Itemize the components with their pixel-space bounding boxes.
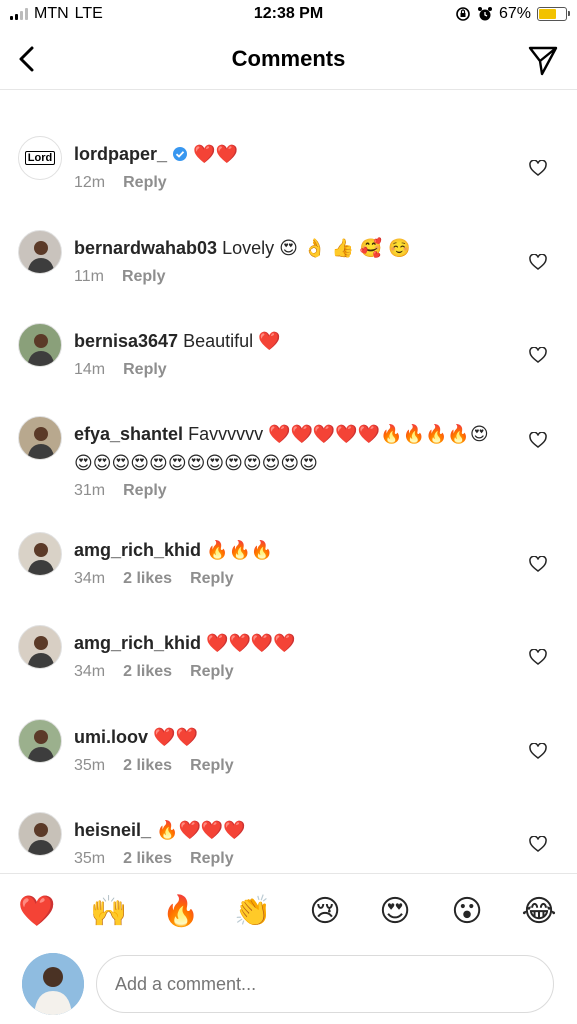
reply-button[interactable]: Reply [123,174,167,192]
like-heart-icon[interactable] [529,556,547,572]
avatar[interactable] [18,719,62,763]
crying-emoji-icon[interactable]: 😢 [306,894,344,930]
avatar[interactable] [18,230,62,274]
comment-time: 14m [74,361,106,378]
reply-button[interactable]: Reply [190,663,234,681]
comment-likes[interactable]: 2 likes [123,663,172,681]
raised-hands-emoji-icon[interactable]: 🙌 [90,894,128,930]
like-heart-icon[interactable] [529,432,547,448]
comment-emoji: ❤️❤️ [153,727,198,748]
comment-emoji: ❤️ [258,331,281,352]
heart-eyes-emoji-icon[interactable]: 😍 [376,894,414,930]
orientation-lock-icon [456,7,470,21]
comment-text: umi.loov ❤️❤️ [74,723,494,752]
verified-badge-icon [173,147,188,161]
comment-username[interactable]: amg_rich_khid [74,540,201,560]
reply-button[interactable]: Reply [123,482,167,500]
comment-meta: 11m Reply [74,268,166,286]
status-right: 67% [455,5,570,23]
comment-emoji: 🔥❤️❤️❤️ [156,820,246,841]
comment-time: 31m [74,482,106,499]
comment-meta: 31m Reply [74,482,167,500]
comment-time: 34m [74,570,106,587]
surprised-emoji-icon[interactable]: 😮 [448,894,486,930]
reply-button[interactable]: Reply [122,268,166,286]
comment-likes[interactable]: 2 likes [123,757,172,775]
paper-plane-icon[interactable] [527,44,559,76]
comment-emoji: ❤️❤️ [193,144,238,165]
comment-meta: 34m 2 likes Reply [74,663,234,681]
like-heart-icon[interactable] [529,743,547,759]
comment-username[interactable]: bernardwahab03 [74,238,217,258]
reply-button[interactable]: Reply [123,361,167,379]
avatar[interactable]: Lord [18,136,62,180]
comment-body: Beautiful [183,331,254,351]
comment-username[interactable]: amg_rich_khid [74,633,201,653]
status-bar: MTN LTE 12:38 PM 67% [0,0,577,32]
page-title: Comments [231,46,346,71]
battery-percent: 67% [498,5,531,22]
like-heart-icon[interactable] [529,836,547,852]
comment-meta: 12m Reply [74,174,167,192]
comment-text: bernardwahab03 Lovely 😍 👌 👍 🥰 ☺️ [74,234,494,263]
comment-meta: 35m 2 likes Reply [74,850,234,868]
comment-username[interactable]: heisneil_ [74,820,151,840]
like-heart-icon[interactable] [529,347,547,363]
like-heart-icon[interactable] [529,649,547,665]
like-heart-icon[interactable] [529,254,547,270]
comment-meta: 34m 2 likes Reply [74,570,234,588]
comment-time: 12m [74,174,106,191]
emoji-reaction-bar: ❤️ 🙌 🔥 👏 😢 😍 😮 😂 [0,873,577,947]
clap-emoji-icon[interactable]: 👏 [234,894,272,930]
like-heart-icon[interactable] [529,160,547,176]
comment-text: amg_rich_khid ❤️❤️❤️❤️ [74,629,494,658]
avatar[interactable] [18,532,62,576]
comment-username[interactable]: bernisa3647 [74,331,178,351]
comment-text: lordpaper_ ❤️❤️ [74,140,494,169]
avatar-logo-text: Lord [24,151,56,165]
comment-input[interactable] [96,955,554,1013]
avatar[interactable] [18,416,62,460]
battery-icon [537,7,570,21]
comment-time: 34m [74,663,106,680]
fire-emoji-icon[interactable]: 🔥 [162,894,200,930]
comment-body: Favvvvvv [188,424,264,444]
comment-text: bernisa3647 Beautiful ❤️ [74,327,494,356]
comment-time: 35m [74,850,106,867]
alarm-icon [477,7,492,21]
reply-button[interactable]: Reply [190,570,234,588]
avatar [22,953,84,1015]
comment-meta: 35m 2 likes Reply [74,757,234,775]
reply-button[interactable]: Reply [190,757,234,775]
comment-body: Lovely [222,238,275,258]
laughing-emoji-icon[interactable]: 😂 [520,894,558,930]
comment-likes[interactable]: 2 likes [123,570,172,588]
comment-emoji: 🔥🔥🔥 [206,540,274,561]
comment-text: amg_rich_khid 🔥🔥🔥 [74,536,494,565]
avatar[interactable] [18,323,62,367]
avatar[interactable] [18,625,62,669]
comment-time: 11m [74,268,104,285]
comment-username[interactable]: lordpaper_ [74,144,167,164]
comment-emoji: 😍 👌 👍 🥰 ☺️ [279,238,411,259]
reply-button[interactable]: Reply [190,850,234,868]
comment-likes[interactable]: 2 likes [123,850,172,868]
battery-fill [539,9,557,19]
comment-time: 35m [74,757,106,774]
comment-text: heisneil_ 🔥❤️❤️❤️ [74,816,494,845]
header: Comments [0,32,577,90]
comment-username[interactable]: efya_shantel [74,424,183,444]
comment-username[interactable]: umi.loov [74,727,148,747]
comment-compose [0,947,577,1024]
comment-text: efya_shantel Favvvvvv ❤️❤️❤️❤️❤️🔥🔥🔥🔥😍😍😍😍… [74,420,494,478]
avatar[interactable] [18,812,62,856]
comment-emoji: ❤️❤️❤️❤️ [206,633,296,654]
heart-emoji-icon[interactable]: ❤️ [18,894,56,930]
comment-meta: 14m Reply [74,361,167,379]
